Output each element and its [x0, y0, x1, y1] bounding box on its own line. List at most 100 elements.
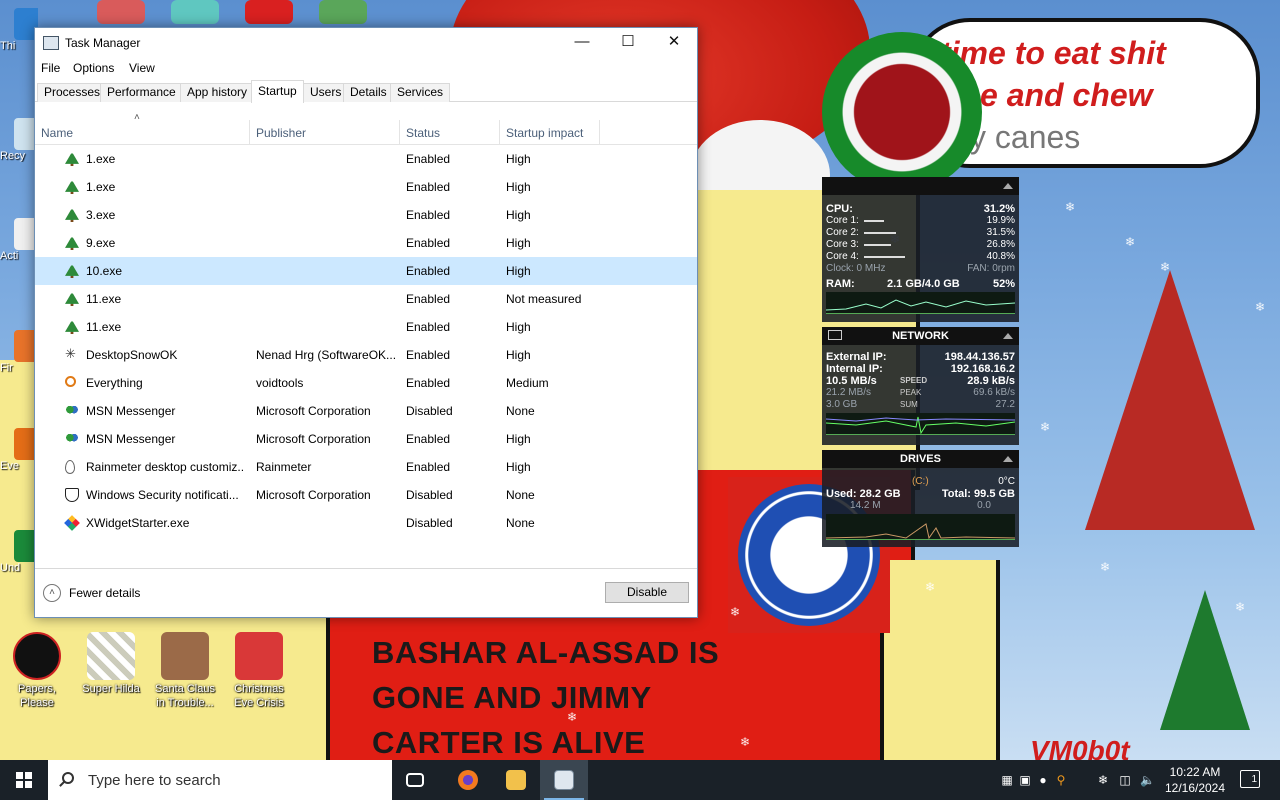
start-button[interactable]: [0, 760, 48, 800]
drive-row: (C:) 0°C: [912, 476, 1015, 487]
tab-performance[interactable]: Performance: [100, 83, 183, 102]
windows-logo-icon: [16, 772, 32, 788]
desktop-icon-everything[interactable]: Eve: [0, 428, 38, 472]
startup-row[interactable]: MSN Messenger Microsoft Corporation Enable…: [35, 425, 697, 453]
wreath-clock-gadget[interactable]: [822, 32, 982, 192]
column-name[interactable]: Name: [41, 126, 73, 140]
desktop-icon-santa-claus[interactable]: Santa Claus in Trouble...: [152, 632, 218, 710]
desktop-icon-top-1[interactable]: [88, 0, 154, 24]
desktop-icon-top-4[interactable]: [310, 0, 376, 24]
startup-row[interactable]: 11.exe Enabled Not measured: [35, 285, 697, 313]
cell-status: Enabled: [406, 432, 451, 446]
cell-impact: High: [506, 152, 531, 166]
minimize-button[interactable]: —: [559, 28, 605, 58]
title-bar[interactable]: Task Manager — ☐ ✕: [35, 28, 697, 58]
startup-row[interactable]: Windows Security notificati... Microsoft …: [35, 481, 697, 509]
network-tray-icon[interactable]: ◫: [1118, 773, 1132, 787]
startup-row[interactable]: Rainmeter desktop customiz... Rainmeter En…: [35, 453, 697, 481]
cell-status: Disabled: [406, 516, 453, 530]
everything-tray-icon[interactable]: ⚲: [1054, 773, 1068, 787]
snowflake-icon: ❄: [925, 580, 936, 594]
startup-row[interactable]: 1.exe Enabled High: [35, 173, 697, 201]
column-startup-impact[interactable]: Startup impact: [506, 126, 583, 140]
tab-processes[interactable]: Processes: [37, 83, 108, 102]
taskbar-clock[interactable]: 10:22 AM 12/16/2024: [1160, 764, 1230, 796]
startup-row[interactable]: Everything voidtools Enabled Medium: [35, 369, 697, 397]
startup-row[interactable]: 1.exe Enabled High: [35, 145, 697, 173]
cell-impact: High: [506, 348, 531, 362]
snowflake-tray-icon[interactable]: ❄: [1096, 773, 1110, 787]
window-title: Task Manager: [65, 36, 141, 50]
tab-startup[interactable]: Startup: [251, 80, 304, 103]
startup-row[interactable]: 9.exe Enabled High: [35, 229, 697, 257]
desktop-icon-firefox[interactable]: Fir: [0, 330, 38, 374]
core-row: Core 4: 40.8%: [826, 251, 1015, 262]
cell-impact: Not measured: [506, 292, 582, 306]
desktop-icon-recycle-bin[interactable]: Recy: [0, 118, 38, 162]
menu-file[interactable]: File: [41, 61, 60, 75]
christmas-tree-gadget: [1085, 270, 1255, 540]
startup-row[interactable]: ✳ DesktopSnowOK Nenad Hrg (SoftwareOK... En…: [35, 341, 697, 369]
desktop-icon-this-pc[interactable]: Thi: [0, 8, 38, 52]
close-button[interactable]: ✕: [651, 28, 697, 58]
cell-name: 9.exe: [86, 236, 116, 250]
taskbar-file-explorer[interactable]: [492, 760, 540, 800]
cell-name: MSN Messenger: [86, 432, 176, 446]
fewer-details-link[interactable]: Fewer details: [69, 586, 140, 600]
cell-status: Enabled: [406, 460, 451, 474]
taskbar-task-manager[interactable]: [540, 760, 588, 800]
taskbar-search-box[interactable]: Type here to search: [48, 760, 392, 800]
tab-services[interactable]: Services: [390, 83, 451, 102]
desktop-icon-top-2[interactable]: [162, 0, 228, 24]
desktop-icon-papers-please[interactable]: Papers, Please: [4, 632, 70, 710]
cell-impact: High: [506, 460, 531, 474]
rainmeter-system: CPU: 31.2% Core 1: 19.9% Core 2: 31.5% Core…: [822, 177, 1019, 322]
chevron-up-icon[interactable]: ˄: [43, 584, 61, 602]
cell-name: Everything: [86, 376, 143, 390]
tab-strip: Processes Performance App history Startu…: [35, 80, 697, 103]
notification-icon[interactable]: 1: [1240, 770, 1260, 788]
raindrop-tray-icon[interactable]: ●: [1036, 773, 1050, 787]
startup-row[interactable]: MSN Messenger Microsoft Corporation Disabl…: [35, 397, 697, 425]
startup-row[interactable]: XWidgetStarter.exe Disabled None: [35, 509, 697, 537]
magnifier-icon: [65, 376, 76, 387]
snowflake-icon: ❄: [1100, 560, 1111, 574]
task-view-button[interactable]: [392, 760, 440, 800]
menu-view[interactable]: View: [129, 61, 155, 75]
startup-row[interactable]: 3.exe Enabled High: [35, 201, 697, 229]
desktop-icon-super-hilda[interactable]: Super Hilda: [78, 632, 144, 696]
tab-app-history[interactable]: App history: [180, 83, 255, 102]
disable-button[interactable]: Disable: [605, 582, 689, 603]
rainmeter-drives: DRIVES (C:) 0°C Used: 28.2 GB Total: 99.5 …: [822, 450, 1019, 547]
cell-status: Enabled: [406, 320, 451, 334]
startup-row[interactable]: 10.exe Enabled High: [35, 257, 697, 285]
protest-line: GONE AND JIMMY: [372, 680, 652, 715]
tree-icon: [65, 236, 79, 250]
menu-options[interactable]: Options: [73, 61, 114, 75]
cell-name: 3.exe: [86, 208, 116, 222]
volume-icon[interactable]: 🔈: [1140, 773, 1155, 787]
cell-publisher: Microsoft Corporation: [256, 488, 371, 502]
column-publisher[interactable]: Publisher: [256, 126, 306, 140]
startup-row[interactable]: 11.exe Enabled High: [35, 313, 697, 341]
drive-graph: [826, 514, 1015, 540]
cell-name: MSN Messenger: [86, 404, 176, 418]
rainmeter-tray-icon[interactable]: ▦: [1000, 773, 1014, 787]
desktop-icon-christmas-eve-crisis[interactable]: Christmas Eve Crisis: [226, 632, 292, 710]
task-manager-icon: [43, 36, 59, 50]
column-status[interactable]: Status: [406, 126, 440, 140]
taskbar-firefox[interactable]: [444, 760, 492, 800]
tab-users[interactable]: Users: [303, 83, 349, 102]
cell-name: 11.exe: [86, 320, 122, 334]
drives-header: DRIVES: [822, 450, 1019, 468]
menu-bar: File Options View: [35, 58, 697, 80]
tab-details[interactable]: Details: [343, 83, 394, 102]
desktop-icon-top-3[interactable]: [236, 0, 302, 24]
xwidget-tray-icon[interactable]: ▣: [1018, 773, 1032, 787]
desktop-icon-und[interactable]: Und: [0, 530, 38, 574]
desktop-icon-acti[interactable]: Acti: [0, 218, 38, 262]
wallpaper-signature: VM0b0t: [1030, 735, 1130, 760]
jimmy-badge-text: JIMMY: [780, 544, 838, 565]
task-manager-window[interactable]: Task Manager — ☐ ✕ File Options View Pro…: [34, 27, 698, 618]
maximize-button[interactable]: ☐: [605, 28, 651, 58]
